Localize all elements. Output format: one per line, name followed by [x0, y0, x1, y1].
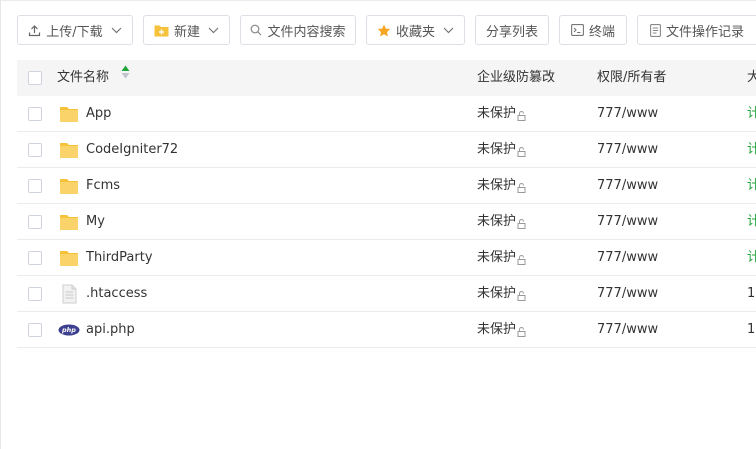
svg-text:php: php — [61, 326, 76, 334]
unlock-icon — [517, 182, 527, 193]
unlock-icon — [517, 110, 527, 121]
folder-icon — [60, 107, 78, 122]
file-name[interactable]: api.php — [86, 312, 135, 347]
select-all-checkbox[interactable] — [28, 71, 42, 85]
protection-status[interactable]: 未保护 — [477, 204, 527, 239]
new-folder-icon — [154, 24, 169, 37]
table-row[interactable]: ThirdParty 未保护 777/www 计 — [17, 240, 756, 276]
chevron-down-icon — [443, 27, 454, 34]
size-value[interactable]: 计 — [747, 132, 756, 167]
unlock-icon — [517, 254, 527, 265]
file-name[interactable]: .htaccess — [86, 276, 147, 311]
size-value[interactable]: 1( — [747, 312, 756, 347]
upload-icon — [28, 24, 41, 37]
favorites-label: 收藏夹 — [395, 24, 435, 40]
permission-owner[interactable]: 777/www — [597, 204, 658, 239]
file-name[interactable]: My — [86, 204, 105, 239]
size-value[interactable]: 计 — [747, 96, 756, 131]
search-icon — [250, 24, 262, 36]
chevron-down-icon — [111, 27, 122, 34]
file-content-search-button[interactable]: 文件内容搜索 — [240, 15, 356, 45]
sort-icon[interactable] — [121, 58, 130, 94]
folder-icon — [60, 251, 78, 266]
row-checkbox[interactable] — [28, 179, 42, 193]
share-list-button[interactable]: 分享列表 — [475, 15, 549, 45]
favorites-button[interactable]: 收藏夹 — [366, 15, 465, 45]
star-icon — [377, 24, 391, 37]
table-row[interactable]: .htaccess 未保护 777/www 1 — [17, 276, 756, 312]
folder-icon — [60, 179, 78, 194]
table-header: 文件名称 企业级防篡改 权限/所有者 大 — [17, 60, 756, 96]
unlock-icon — [517, 146, 527, 157]
row-checkbox[interactable] — [28, 107, 42, 121]
left-border — [0, 0, 1, 449]
permission-owner[interactable]: 777/www — [597, 96, 658, 131]
permission-owner[interactable]: 777/www — [597, 132, 658, 167]
header-protection: 企业级防篡改 — [477, 70, 556, 85]
size-value[interactable]: 计 — [747, 240, 756, 275]
new-button[interactable]: 新建 — [143, 15, 230, 45]
table-row[interactable]: My 未保护 777/www 计 — [17, 204, 756, 240]
chevron-down-icon — [208, 27, 219, 34]
protection-status[interactable]: 未保护 — [477, 168, 527, 203]
permission-owner[interactable]: 777/www — [597, 312, 658, 347]
php-file-icon: php — [58, 324, 80, 336]
file-name[interactable]: CodeIgniter72 — [86, 132, 178, 167]
file-operation-log-button[interactable]: 文件操作记录 — [637, 15, 756, 45]
size-value[interactable]: 计 — [747, 204, 756, 239]
log-document-icon — [650, 23, 661, 37]
header-size: 大 — [747, 70, 756, 85]
folder-icon — [60, 215, 78, 230]
permission-owner[interactable]: 777/www — [597, 276, 658, 311]
protection-status[interactable]: 未保护 — [477, 96, 527, 131]
new-label: 新建 — [173, 24, 200, 40]
terminal-button[interactable]: 终端 — [559, 15, 627, 45]
header-file-name[interactable]: 文件名称 — [57, 60, 130, 96]
table-row[interactable]: CodeIgniter72 未保护 777/www 计 — [17, 132, 756, 168]
upload-download-button[interactable]: 上传/下载 — [17, 15, 133, 45]
protection-status[interactable]: 未保护 — [477, 240, 527, 275]
row-checkbox[interactable] — [28, 215, 42, 229]
table-row[interactable]: Fcms 未保护 777/www 计 — [17, 168, 756, 204]
text-file-icon — [62, 284, 77, 304]
row-checkbox[interactable] — [28, 143, 42, 157]
permission-owner[interactable]: 777/www — [597, 168, 658, 203]
file-manager: 上传/下载 新建 文件内容搜索 收藏夹 分享列表 终端 文件操作记录 文件名称 … — [0, 0, 756, 449]
file-operation-log-label: 文件操作记录 — [665, 24, 744, 40]
size-value[interactable]: 计 — [747, 168, 756, 203]
row-checkbox[interactable] — [28, 323, 42, 337]
file-content-search-label: 文件内容搜索 — [267, 24, 346, 40]
header-permission: 权限/所有者 — [597, 70, 667, 85]
protection-status[interactable]: 未保护 — [477, 312, 527, 347]
unlock-icon — [517, 326, 527, 337]
size-value[interactable]: 1 — [747, 276, 755, 311]
unlock-icon — [517, 218, 527, 229]
permission-owner[interactable]: 777/www — [597, 240, 658, 275]
folder-icon — [60, 143, 78, 158]
terminal-icon — [571, 24, 584, 36]
upload-download-label: 上传/下载 — [46, 24, 103, 40]
row-checkbox[interactable] — [28, 287, 42, 301]
protection-status[interactable]: 未保护 — [477, 132, 527, 167]
row-checkbox[interactable] — [28, 251, 42, 265]
terminal-label: 终端 — [588, 24, 615, 40]
top-border — [0, 0, 756, 1]
unlock-icon — [517, 290, 527, 301]
protection-status[interactable]: 未保护 — [477, 276, 527, 311]
file-name[interactable]: Fcms — [86, 168, 120, 203]
file-name[interactable]: ThirdParty — [86, 240, 153, 275]
file-name[interactable]: App — [86, 96, 111, 131]
table-row[interactable]: App 未保护 777/www 计 — [17, 96, 756, 132]
table-row[interactable]: php api.php 未保护 777/www 1( — [17, 312, 756, 348]
share-list-label: 分享列表 — [485, 24, 538, 40]
